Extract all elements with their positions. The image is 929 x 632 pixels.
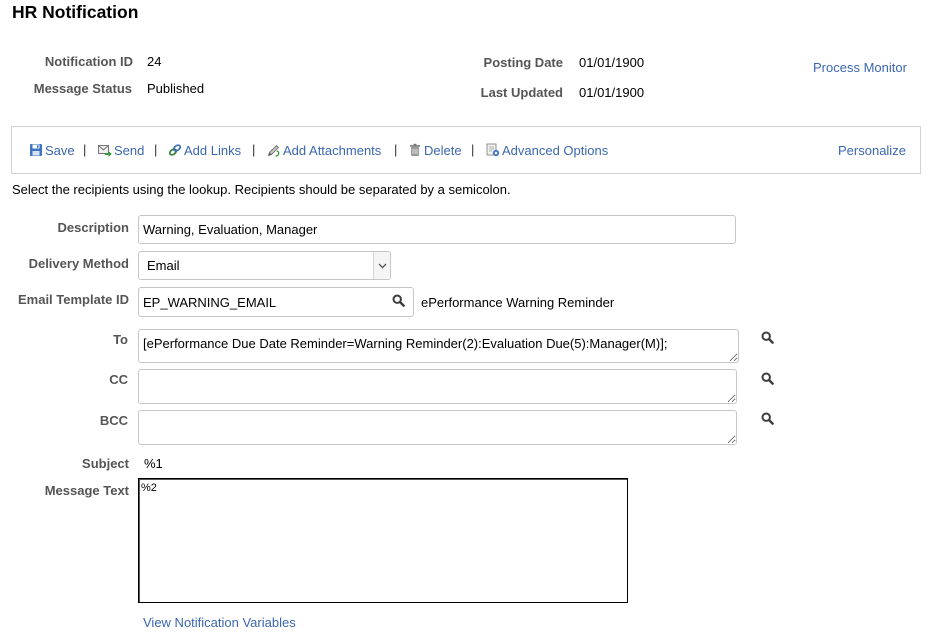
posting-date-label: Posting Date	[483, 55, 563, 70]
personalize-link[interactable]: Personalize	[838, 142, 906, 158]
email-template-id-input[interactable]	[138, 287, 414, 317]
message-text-label: Message Text	[44, 483, 129, 498]
cc-recipients-field[interactable]	[138, 369, 737, 404]
add-links-icon	[168, 144, 182, 156]
description-input[interactable]	[138, 215, 736, 244]
send-button-label: Send	[114, 142, 145, 158]
search-icon	[761, 412, 774, 425]
subject-label: Subject	[82, 456, 129, 471]
save-button-label: Save	[45, 142, 75, 158]
delivery-method-selected-value: Email	[147, 258, 180, 273]
last-updated-value: 01/01/1900	[579, 85, 645, 100]
chevron-down-icon	[378, 263, 386, 269]
view-notification-variables-link[interactable]: View Notification Variables	[143, 615, 296, 630]
bcc-label: BCC	[99, 413, 128, 428]
bcc-lookup-button[interactable]	[761, 412, 774, 425]
bcc-recipients-field[interactable]	[138, 410, 737, 445]
to-label: To	[113, 332, 128, 347]
add-links-button[interactable]: Add Links	[168, 142, 241, 158]
delivery-method-select[interactable]: Email	[138, 251, 391, 280]
description-label: Description	[57, 220, 129, 235]
toolbar-separator: |	[471, 142, 475, 157]
cc-lookup-button[interactable]	[761, 372, 774, 385]
toolbar-separator: |	[394, 142, 398, 157]
message-text-field[interactable]: %2	[138, 478, 628, 603]
message-status-value: Published	[147, 81, 205, 96]
save-icon	[30, 144, 42, 156]
send-icon	[98, 145, 112, 157]
add-attachments-button-label: Add Attachments	[283, 142, 382, 158]
page-title: HR Notification	[12, 2, 139, 22]
advanced-options-button[interactable]: Advanced Options	[486, 142, 608, 158]
posting-date-value: 01/01/1900	[579, 55, 645, 70]
add-attachments-button[interactable]: Add Attachments	[267, 142, 381, 158]
message-status-label: Message Status	[33, 81, 132, 96]
email-template-lookup-button[interactable]	[392, 294, 405, 307]
toolbar-separator: |	[154, 142, 158, 157]
email-template-name: ePerformance Warning Reminder	[421, 295, 615, 310]
cc-label: CC	[109, 372, 128, 387]
dropdown-button[interactable]	[373, 252, 390, 279]
delete-button[interactable]: Delete	[408, 142, 462, 158]
last-updated-label: Last Updated	[480, 85, 563, 100]
search-icon	[761, 372, 774, 385]
advanced-options-icon	[486, 143, 500, 157]
search-icon	[761, 331, 774, 344]
send-button[interactable]: Send	[98, 142, 144, 158]
search-icon	[392, 294, 405, 307]
subject-value: %1	[144, 456, 163, 471]
notification-id-label: Notification ID	[44, 54, 133, 69]
delivery-method-label: Delivery Method	[28, 256, 129, 271]
advanced-options-button-label: Advanced Options	[502, 142, 609, 158]
email-template-id-label: Email Template ID	[17, 292, 129, 307]
process-monitor-link[interactable]: Process Monitor	[813, 60, 907, 75]
save-button[interactable]: Save	[29, 142, 75, 158]
toolbar: Save | Send | Add Links | Add Attachment…	[11, 126, 921, 174]
notification-id-value: 24	[147, 54, 162, 69]
toolbar-separator: |	[83, 142, 87, 157]
instructions-text: Select the recipients using the lookup. …	[12, 182, 511, 197]
add-attachments-icon	[267, 144, 280, 157]
to-recipients-field[interactable]: [ePerformance Due Date Reminder=Warning …	[138, 329, 739, 363]
delete-button-label: Delete	[424, 142, 462, 158]
delete-icon	[410, 143, 420, 156]
toolbar-separator: |	[252, 142, 256, 157]
add-links-button-label: Add Links	[184, 142, 242, 158]
to-lookup-button[interactable]	[761, 331, 774, 344]
